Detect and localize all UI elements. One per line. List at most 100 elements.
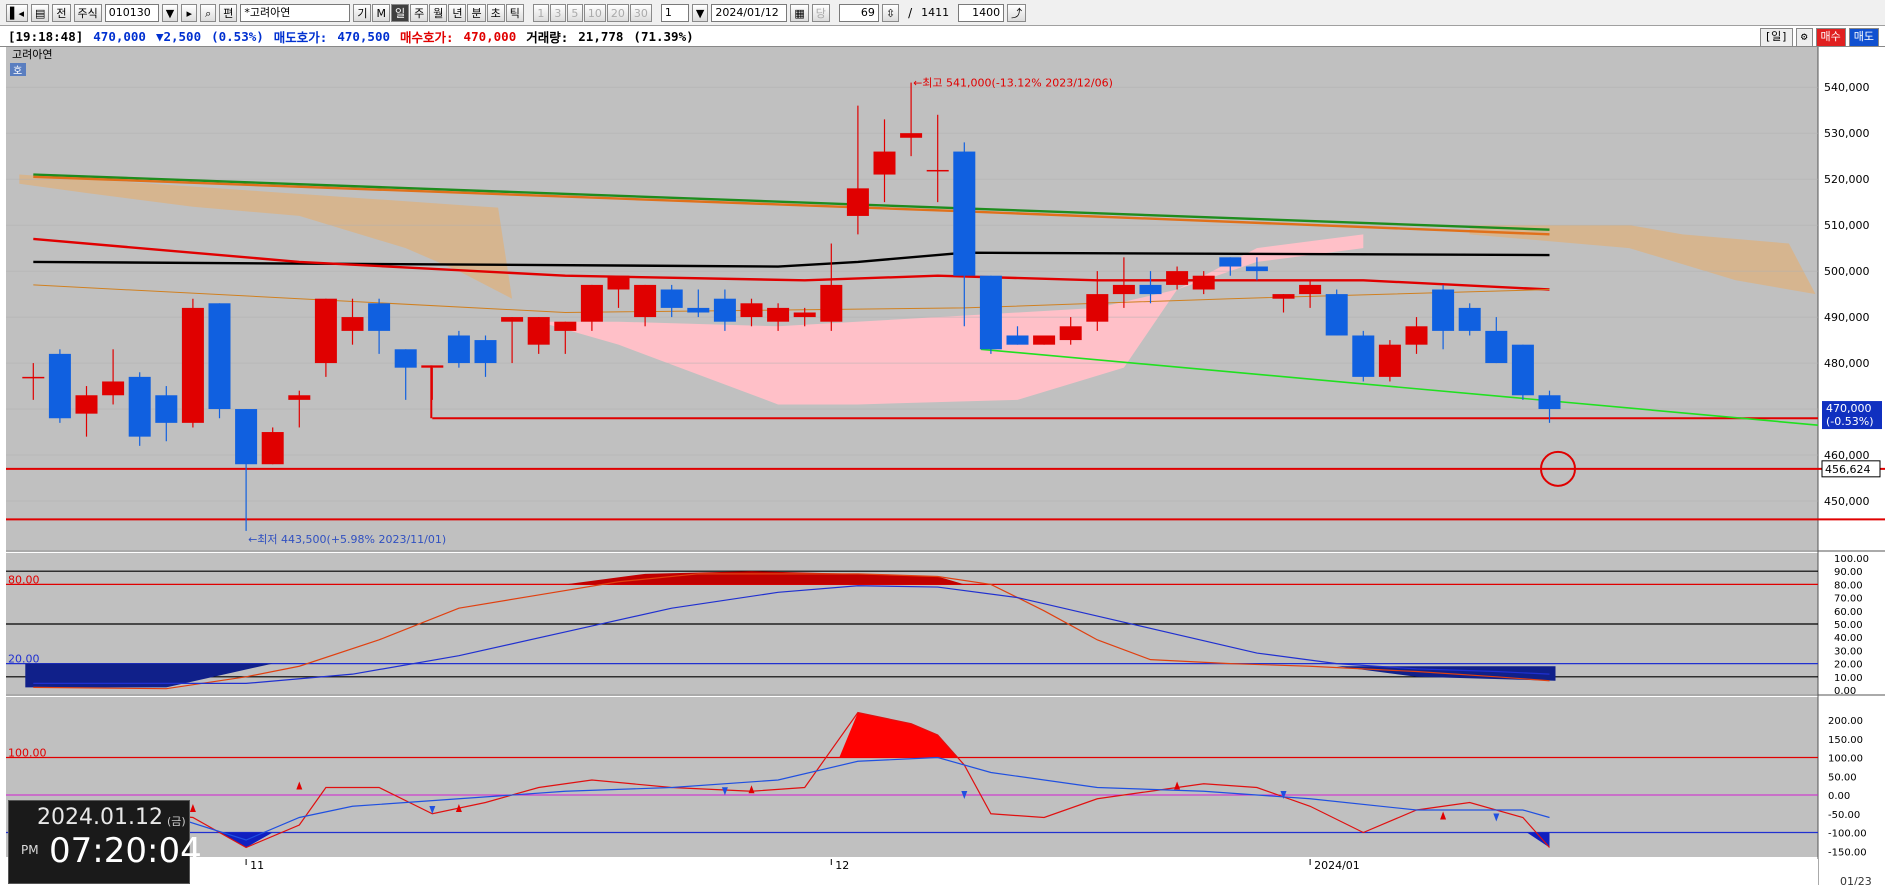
candle-body: [687, 307, 710, 313]
calendar-icon[interactable]: ▦: [790, 3, 809, 22]
date-input[interactable]: 2024/01/12: [711, 3, 788, 22]
candle-body: [208, 303, 231, 410]
market-button[interactable]: 전: [52, 3, 71, 22]
price-tick-label: 490,000: [1824, 311, 1870, 324]
period-tab-5[interactable]: 년: [448, 3, 467, 22]
ask-label: 매도호가:: [273, 30, 328, 45]
period-tab-3[interactable]: 주: [410, 3, 429, 22]
candle-body: [75, 395, 98, 414]
candle-body: [1139, 284, 1162, 295]
code-input[interactable]: 010130: [104, 3, 159, 22]
x-tick-label: 2024/01: [1314, 859, 1360, 872]
period-tab-7[interactable]: 초: [486, 3, 505, 22]
volume-pct: (71.39%): [633, 29, 694, 44]
info-bar-actions: [일] ⚙ 매수 매도: [1759, 28, 1879, 47]
period-tab-2[interactable]: 일: [390, 3, 410, 22]
candle-body: [740, 303, 763, 318]
stock-name-input[interactable]: *고려아연: [240, 3, 351, 22]
infobar-action-3[interactable]: 매도: [1848, 28, 1879, 47]
interval-tab-0[interactable]: 1: [532, 3, 549, 22]
update-time: [19:18:48]: [8, 29, 84, 44]
price-annotation: ←최고 541,000(-13.12% 2023/12/06): [913, 77, 1113, 90]
chart-svg[interactable]: ←최고 541,000(-13.12% 2023/12/06) ←최저 443,5…: [0, 47, 1885, 888]
period-tab-8[interactable]: 틱: [505, 3, 524, 22]
period-tab-1[interactable]: M: [372, 3, 390, 22]
interval-tab-5[interactable]: 30: [629, 3, 652, 22]
x-tick-label: 11: [250, 859, 264, 872]
candle-body: [1485, 330, 1508, 364]
infobar-action-2[interactable]: 매수: [1815, 28, 1846, 47]
candle-body: [1219, 257, 1242, 267]
period-tab-4[interactable]: 월: [429, 3, 448, 22]
volume-label: 거래량:: [526, 30, 569, 45]
price-tick-label: 520,000: [1824, 173, 1870, 186]
candle-body: [288, 395, 311, 400]
candle-body: [1511, 344, 1534, 396]
stoch-tick-label: 30.00: [1834, 646, 1863, 657]
infobar-action-1[interactable]: ⚙: [1795, 28, 1813, 47]
candle-body: [580, 284, 603, 322]
candle-body: [1112, 284, 1135, 295]
candle-body: [447, 335, 470, 364]
interval-tab-2[interactable]: 5: [566, 3, 583, 22]
period-tabs: 기M일주월년분초틱: [353, 3, 524, 22]
interval-tab-4[interactable]: 20: [606, 3, 629, 22]
interval-input[interactable]: 1: [660, 3, 689, 22]
period-tab-0[interactable]: 기: [353, 3, 372, 22]
price-annotation: ←최저 443,500(+5.98% 2023/11/01): [248, 533, 446, 546]
last-pct-label: (-0.53%): [1826, 415, 1874, 428]
stoch-tick-label: 80.00: [1834, 580, 1863, 591]
interval-tab-1[interactable]: 3: [549, 3, 566, 22]
search-icon[interactable]: ⌕: [200, 3, 217, 22]
apply-icon[interactable]: ⤴: [1007, 3, 1027, 22]
interval-tab-3[interactable]: 10: [583, 3, 606, 22]
price-tick-label: 460,000: [1824, 449, 1870, 462]
candle-body: [1059, 326, 1082, 341]
bid-value: 470,000: [463, 29, 517, 44]
layout-icon[interactable]: ▌◂: [6, 3, 28, 22]
candle-body: [155, 395, 178, 423]
candle-body: [1166, 271, 1189, 285]
period-tab-6[interactable]: 분: [467, 3, 486, 22]
candle-body: [181, 307, 204, 423]
candle-body: [820, 284, 843, 322]
interval-dropdown-icon[interactable]: ▼: [691, 3, 709, 22]
candle-body: [368, 303, 391, 331]
save-icon[interactable]: ▤: [30, 3, 50, 22]
info-bar: [19:18:48] 470,000 ▼2,500 (0.53%) 매도호가: …: [0, 27, 1885, 47]
stoch-tick-label: 40.00: [1834, 633, 1863, 644]
candle-body: [22, 376, 45, 379]
price-tick-label: 450,000: [1824, 495, 1870, 508]
candle-body: [767, 307, 790, 322]
dropdown-icon[interactable]: ▼: [161, 3, 179, 22]
last-price-label: 470,000: [1826, 402, 1872, 415]
price-pane[interactable]: [6, 47, 1818, 550]
chart-title: 고려아연: [12, 48, 52, 61]
stoch-tick-label: 90.00: [1834, 567, 1863, 578]
candle-body: [554, 321, 577, 331]
candle-body: [474, 340, 497, 364]
bar-count-input[interactable]: 1400: [958, 3, 1005, 22]
candle-body: [1378, 344, 1401, 377]
edit-button[interactable]: 편: [219, 3, 238, 22]
candle-body: [1086, 294, 1109, 322]
mode-button[interactable]: 당: [811, 3, 830, 22]
clock-ampm: PM: [21, 843, 39, 857]
clock-weekday: (금): [167, 815, 186, 828]
chart-area: ←최고 541,000(-13.12% 2023/12/06) ←최저 443,5…: [0, 47, 1885, 888]
candle-body: [846, 188, 869, 216]
candle-body: [1245, 266, 1268, 272]
next-icon[interactable]: ▸: [181, 3, 198, 22]
price-tick-label: 480,000: [1824, 357, 1870, 370]
cci-tick-label: 150.00: [1828, 735, 1863, 746]
candle-body: [660, 289, 683, 308]
spinner-icon[interactable]: ⇳: [881, 3, 900, 22]
candle-body: [1299, 284, 1322, 295]
page-count-input[interactable]: 69: [838, 3, 879, 22]
type-button[interactable]: 주식: [73, 3, 102, 22]
candle-body: [1192, 275, 1215, 290]
volume-value: 21,778: [578, 29, 624, 44]
candle-body: [341, 317, 364, 331]
infobar-action-0[interactable]: [일]: [1759, 28, 1793, 47]
candle-body: [421, 365, 444, 368]
